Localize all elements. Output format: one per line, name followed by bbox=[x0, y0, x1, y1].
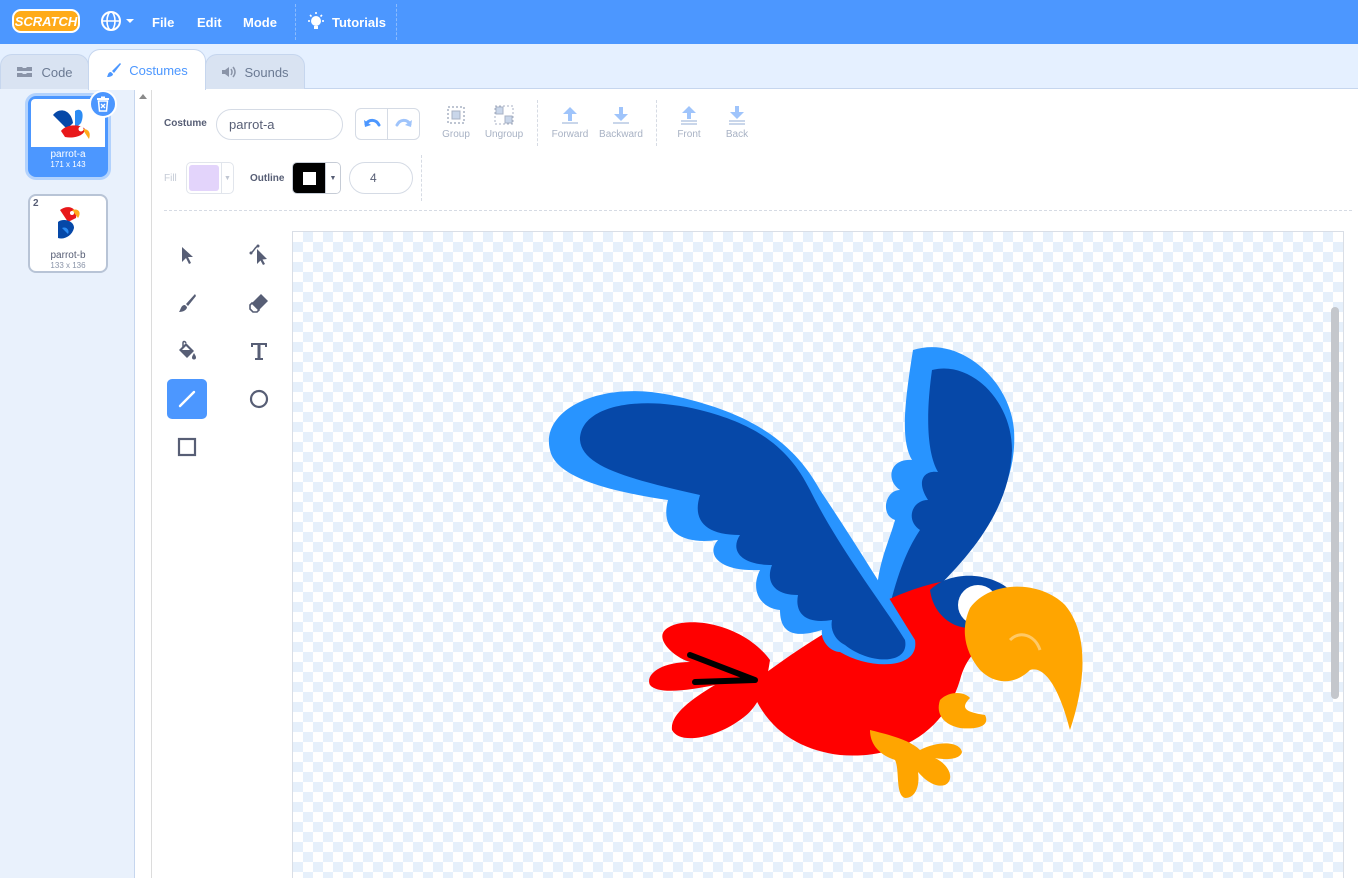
redo-icon bbox=[395, 118, 412, 127]
circle-icon bbox=[249, 389, 269, 409]
tutorials-label: Tutorials bbox=[332, 14, 386, 30]
costume-name: parrot-b bbox=[50, 250, 86, 261]
canvas-vertical-scrollbar[interactable] bbox=[1331, 307, 1339, 699]
edit-menu[interactable]: Edit bbox=[197, 0, 222, 44]
code-blocks-icon bbox=[17, 67, 33, 77]
send-to-back-icon bbox=[729, 106, 745, 125]
backward-button[interactable]: Backward bbox=[591, 104, 651, 144]
text-icon bbox=[251, 343, 267, 360]
menu-divider bbox=[295, 4, 296, 40]
outline-color-picker[interactable]: ▼ bbox=[292, 162, 341, 194]
costume-number: 2 bbox=[33, 198, 39, 209]
text-tool[interactable] bbox=[239, 331, 279, 371]
ungroup-label: Ungroup bbox=[484, 129, 524, 140]
brush-icon bbox=[179, 294, 196, 312]
tab-bar: Code Costumes Sounds bbox=[0, 44, 1358, 90]
menu-bar: SCRATCH File Edit Mode Tutorials bbox=[0, 0, 1358, 44]
fill-color-picker[interactable]: ▼ bbox=[186, 162, 234, 194]
language-menu[interactable] bbox=[100, 9, 135, 33]
fill-color-swatch bbox=[189, 165, 219, 191]
costume-number: 1 bbox=[34, 101, 40, 112]
costume-size: 133 x 136 bbox=[50, 261, 86, 270]
select-tool[interactable] bbox=[167, 235, 207, 275]
backward-arrow-icon bbox=[613, 107, 629, 124]
front-label: Front bbox=[677, 129, 701, 140]
forward-arrow-icon bbox=[562, 107, 578, 124]
chevron-down-icon: ▼ bbox=[221, 163, 233, 193]
undo-icon bbox=[363, 118, 380, 127]
toolbar-divider bbox=[656, 100, 657, 146]
costume-name: parrot-a bbox=[50, 149, 86, 160]
chevron-down-icon bbox=[126, 19, 134, 23]
lightbulb-icon bbox=[308, 12, 324, 29]
rectangle-icon bbox=[177, 437, 197, 457]
globe-icon bbox=[101, 11, 121, 31]
outline-color-swatch bbox=[293, 163, 325, 193]
reshape-tool[interactable] bbox=[239, 235, 279, 275]
ungroup-icon bbox=[494, 105, 514, 125]
file-menu[interactable]: File bbox=[152, 0, 174, 44]
ungroup-button[interactable]: Ungroup bbox=[474, 104, 534, 144]
svg-text:SCRATCH: SCRATCH bbox=[15, 14, 78, 29]
scratch-logo[interactable]: SCRATCH bbox=[12, 8, 80, 34]
costume-thumbnail bbox=[58, 207, 80, 239]
outline-width-input[interactable]: 4 bbox=[349, 162, 413, 194]
bring-to-front-icon bbox=[681, 106, 697, 125]
rectangle-tool[interactable] bbox=[167, 427, 207, 467]
reshape-icon bbox=[249, 244, 267, 265]
line-tool[interactable] bbox=[167, 379, 207, 419]
scroll-up-arrow-icon[interactable] bbox=[139, 94, 147, 99]
eraser-tool[interactable] bbox=[239, 283, 279, 323]
tutorials-button[interactable]: Tutorials bbox=[306, 0, 386, 44]
costume-size: 171 x 143 bbox=[50, 160, 86, 169]
circle-tool[interactable] bbox=[239, 379, 279, 419]
group-icon bbox=[447, 106, 465, 124]
speaker-icon bbox=[222, 66, 237, 78]
group-label: Group bbox=[442, 129, 470, 140]
paintbrush-icon bbox=[107, 63, 122, 77]
delete-costume-button[interactable] bbox=[89, 90, 117, 118]
trash-icon bbox=[97, 96, 109, 112]
redo-button[interactable] bbox=[388, 109, 419, 139]
back-button[interactable]: Back bbox=[707, 104, 767, 144]
costume-name-label: Costume bbox=[164, 118, 207, 129]
toolbar-divider bbox=[421, 155, 422, 201]
back-label: Back bbox=[725, 129, 749, 140]
costume-list-scrollbar[interactable] bbox=[135, 89, 152, 878]
tab-sounds-label: Sounds bbox=[244, 64, 289, 80]
tab-code[interactable]: Code bbox=[0, 54, 89, 89]
mode-menu[interactable]: Mode bbox=[243, 0, 277, 44]
outline-label: Outline bbox=[250, 173, 285, 184]
brush-tool[interactable] bbox=[167, 283, 207, 323]
costume-name-input[interactable]: parrot-a bbox=[216, 109, 343, 140]
menu-divider bbox=[396, 4, 397, 40]
parrot-drawing bbox=[548, 347, 1083, 798]
undo-button[interactable] bbox=[356, 109, 388, 139]
costume-item-parrot-b[interactable]: 2 parrot-b 133 x 136 bbox=[28, 194, 108, 273]
forward-label: Forward bbox=[551, 129, 589, 140]
tab-costumes[interactable]: Costumes bbox=[88, 49, 206, 90]
select-arrow-icon bbox=[182, 247, 193, 264]
fill-label: Fill bbox=[164, 173, 177, 184]
toolbar-separator bbox=[164, 210, 1352, 211]
fill-tool[interactable] bbox=[167, 331, 207, 371]
eraser-icon bbox=[249, 294, 268, 313]
undo-redo-group bbox=[355, 108, 420, 140]
tab-costumes-label: Costumes bbox=[129, 62, 188, 78]
toolbar-divider bbox=[537, 100, 538, 146]
tab-code-label: Code bbox=[41, 64, 73, 80]
tab-sounds[interactable]: Sounds bbox=[205, 54, 305, 89]
chevron-down-icon: ▼ bbox=[325, 163, 340, 193]
line-icon bbox=[178, 390, 196, 408]
paint-bucket-icon bbox=[179, 340, 196, 360]
backward-label: Backward bbox=[599, 129, 643, 140]
